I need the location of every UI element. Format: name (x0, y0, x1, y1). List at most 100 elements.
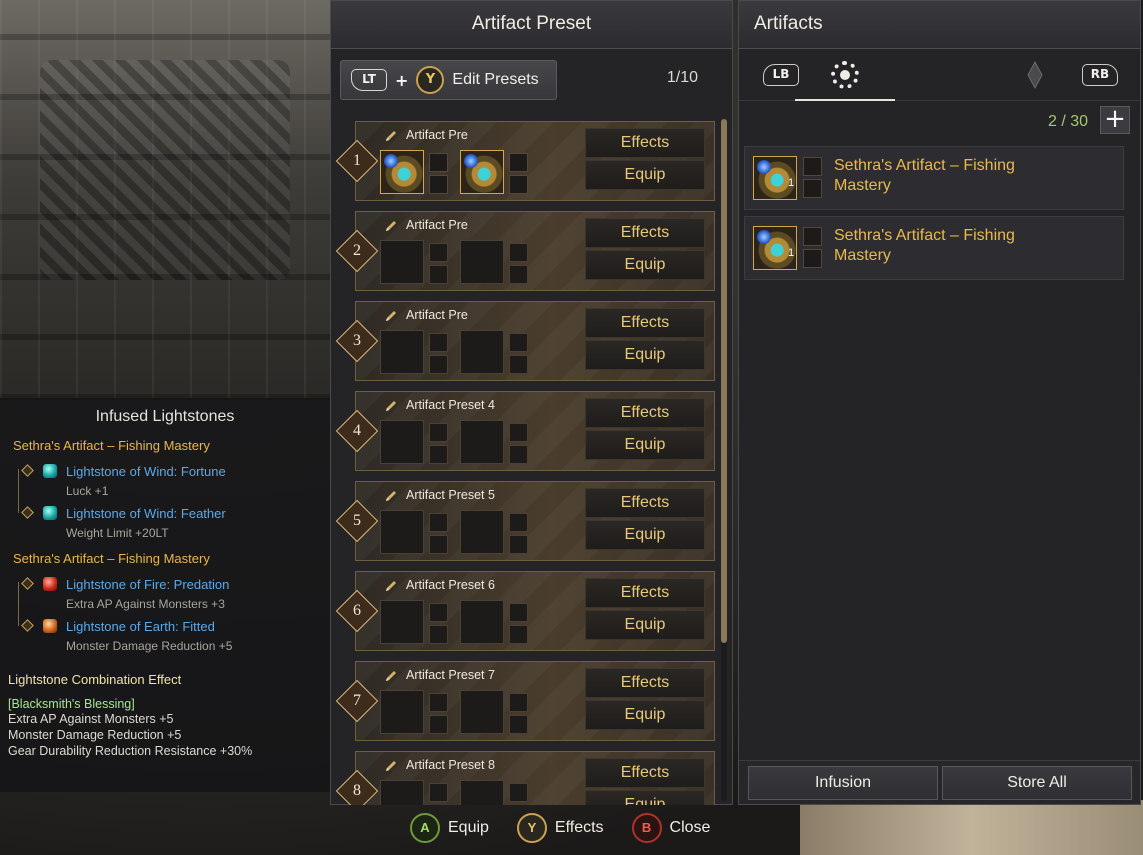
empty-artifact-slot[interactable] (380, 690, 424, 734)
empty-artifact-slot[interactable] (460, 510, 504, 554)
empty-artifact-slot[interactable] (460, 780, 504, 805)
pencil-icon[interactable] (384, 399, 398, 413)
pencil-icon[interactable] (384, 489, 398, 503)
edit-presets-button[interactable]: LT + Y Edit Presets (340, 60, 557, 100)
empty-artifact-slot[interactable] (460, 690, 504, 734)
prompt-close[interactable]: B Close (631, 813, 710, 843)
preset-name: Artifact Preset 8 (406, 758, 495, 772)
earth-lightstone-icon[interactable] (509, 175, 528, 194)
empty-lightstone-slot[interactable] (509, 535, 528, 554)
effects-button[interactable]: Effects (585, 668, 705, 698)
preset-row-7[interactable]: 7 Artifact Preset 7 Effects Equip (335, 661, 715, 741)
plus-sign: + (395, 70, 409, 90)
empty-lightstone-slot[interactable] (429, 715, 448, 734)
equip-button[interactable]: Equip (585, 430, 705, 460)
preset-row-6[interactable]: 6 Artifact Preset 6 Effects Equip (335, 571, 715, 651)
artifact-item[interactable]: 1 Sethra's Artifact – Fishing Mastery (744, 146, 1124, 210)
effects-button[interactable]: Effects (585, 218, 705, 248)
equip-button[interactable]: Equip (585, 160, 705, 190)
empty-lightstone-slot[interactable] (509, 603, 528, 622)
empty-artifact-slot[interactable] (460, 420, 504, 464)
empty-lightstone-slot[interactable] (429, 603, 448, 622)
preset-scrollbar-thumb[interactable] (721, 119, 727, 643)
empty-artifact-slot[interactable] (380, 330, 424, 374)
empty-artifact-slot[interactable] (380, 420, 424, 464)
empty-lightstone-slot[interactable] (429, 243, 448, 262)
y-button-icon: Y (416, 66, 445, 94)
empty-lightstone-slot[interactable] (429, 355, 448, 374)
empty-lightstone-slot[interactable] (429, 445, 448, 464)
empty-lightstone-slot[interactable] (509, 333, 528, 352)
tab-artifacts[interactable] (795, 57, 895, 101)
rb-key-icon[interactable]: RB (1082, 64, 1118, 86)
empty-artifact-slot[interactable] (380, 510, 424, 554)
empty-lightstone-slot[interactable] (509, 423, 528, 442)
lightstone-effect: Luck +1 (66, 484, 109, 498)
empty-artifact-slot[interactable] (460, 240, 504, 284)
effects-button[interactable]: Effects (585, 758, 705, 788)
equip-button[interactable]: Equip (585, 790, 705, 805)
empty-artifact-slot[interactable] (460, 600, 504, 644)
empty-lightstone-slot[interactable] (509, 783, 528, 802)
effects-button[interactable]: Effects (585, 128, 705, 158)
empty-lightstone-slot[interactable] (429, 513, 448, 532)
lb-key-icon[interactable]: LB (763, 64, 799, 86)
empty-lightstone-slot[interactable] (509, 355, 528, 374)
effects-button[interactable]: Effects (585, 578, 705, 608)
prompt-equip[interactable]: A Equip (410, 813, 489, 843)
prompt-effects[interactable]: Y Effects (516, 813, 604, 843)
equip-button[interactable]: Equip (585, 700, 705, 730)
empty-lightstone-slot[interactable] (509, 715, 528, 734)
equip-button[interactable]: Equip (585, 340, 705, 370)
effects-button[interactable]: Effects (585, 488, 705, 518)
preset-row-4[interactable]: 4 Artifact Preset 4 Effects Equip (335, 391, 715, 471)
controller-prompts: A Equip Y Effects B Close (410, 810, 710, 846)
wind-lightstone-icon[interactable] (429, 175, 448, 194)
empty-lightstone-slot[interactable] (429, 333, 448, 352)
pencil-icon[interactable] (384, 759, 398, 773)
artifact-ring-icon[interactable] (380, 150, 424, 194)
empty-lightstone-slot[interactable] (509, 445, 528, 464)
pencil-icon[interactable] (384, 219, 398, 233)
empty-lightstone-slot[interactable] (429, 535, 448, 554)
preset-scrollbar[interactable] (721, 119, 727, 801)
empty-artifact-slot[interactable] (380, 240, 424, 284)
preset-row-2[interactable]: 2 Artifact Pre Effects Equip (335, 211, 715, 291)
empty-lightstone-slot[interactable] (429, 783, 448, 802)
infusion-button[interactable]: Infusion (748, 766, 938, 800)
store-all-button[interactable]: Store All (942, 766, 1132, 800)
pencil-icon[interactable] (384, 579, 398, 593)
effects-button[interactable]: Effects (585, 398, 705, 428)
equip-button[interactable]: Equip (585, 520, 705, 550)
wind-lightstone-icon (43, 464, 57, 478)
equip-button[interactable]: Equip (585, 250, 705, 280)
fire-lightstone-icon[interactable] (509, 153, 528, 172)
lightstone-line: Lightstone of Earth: Fitted (8, 616, 322, 636)
empty-lightstone-slot[interactable] (429, 693, 448, 712)
preset-row-1[interactable]: 1 Artifact Pre Effects Equip (335, 121, 715, 201)
empty-artifact-slot[interactable] (460, 330, 504, 374)
empty-lightstone-slot[interactable] (509, 513, 528, 532)
empty-lightstone-slot[interactable] (429, 423, 448, 442)
empty-lightstone-slot[interactable] (509, 243, 528, 262)
equip-button[interactable]: Equip (585, 610, 705, 640)
lightstone-diamond-icon[interactable] (1027, 61, 1043, 89)
empty-lightstone-slot[interactable] (509, 265, 528, 284)
add-slot-button[interactable]: + (1100, 106, 1130, 134)
pencil-icon[interactable] (384, 309, 398, 323)
artifact-ring-icon[interactable] (460, 150, 504, 194)
empty-lightstone-slot[interactable] (429, 625, 448, 644)
preset-row-5[interactable]: 5 Artifact Preset 5 Effects Equip (335, 481, 715, 561)
empty-artifact-slot[interactable] (380, 780, 424, 805)
artifact-item[interactable]: 1 Sethra's Artifact – Fishing Mastery (744, 216, 1124, 280)
empty-lightstone-slot[interactable] (509, 625, 528, 644)
empty-lightstone-slot[interactable] (509, 693, 528, 712)
preset-row-3[interactable]: 3 Artifact Pre Effects Equip (335, 301, 715, 381)
pencil-icon[interactable] (384, 129, 398, 143)
wind-lightstone-icon[interactable] (429, 153, 448, 172)
pencil-icon[interactable] (384, 669, 398, 683)
preset-row-8[interactable]: 8 Artifact Preset 8 Effects Equip (335, 751, 715, 805)
empty-artifact-slot[interactable] (380, 600, 424, 644)
empty-lightstone-slot[interactable] (429, 265, 448, 284)
effects-button[interactable]: Effects (585, 308, 705, 338)
